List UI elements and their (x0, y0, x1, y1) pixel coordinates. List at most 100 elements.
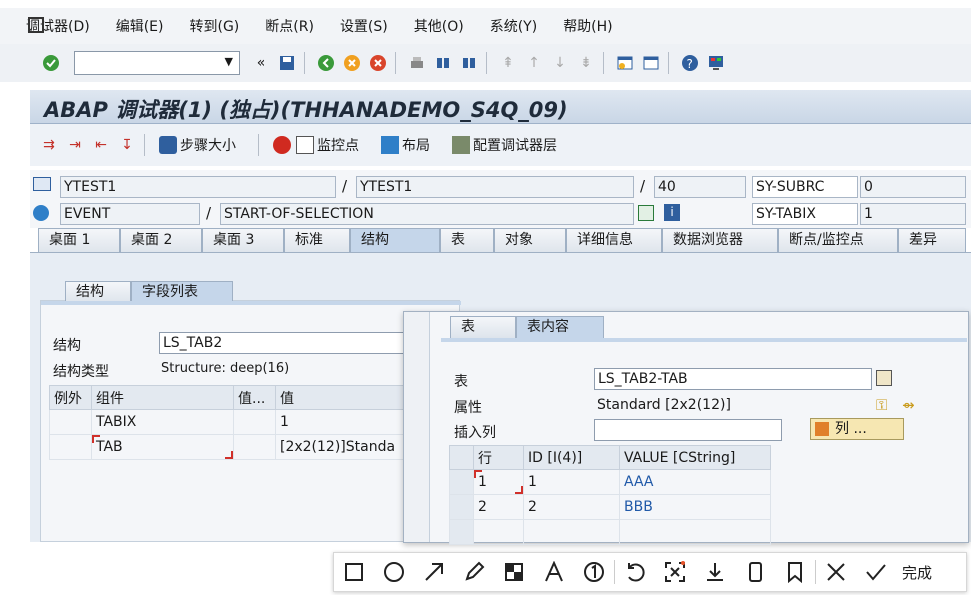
undo-icon[interactable] (615, 552, 655, 592)
number-marker-icon[interactable] (574, 552, 614, 592)
tab-structure[interactable]: 结构 (350, 228, 440, 252)
component-name[interactable]: TAB (91, 434, 234, 460)
subtab-table-content[interactable]: 表内容 (516, 316, 604, 338)
return-icon[interactable]: ⇤ (90, 134, 112, 156)
table-content-panel: 表 表内容 表 LS_TAB2-TAB 属性 Standard [2x2(12)… (403, 311, 969, 545)
watchpoint-button[interactable]: 监控点 (296, 135, 359, 155)
tab-standard[interactable]: 标准 (284, 228, 350, 252)
menu-goto[interactable]: 转到(G) (190, 16, 240, 36)
event-icon (33, 205, 49, 221)
check-icon[interactable] (856, 552, 896, 592)
subtab-structure[interactable]: 结构 (65, 281, 131, 303)
col-value-type[interactable]: 值... (233, 385, 276, 410)
cancel-icon[interactable] (367, 52, 389, 74)
collapse-icon[interactable]: « (250, 52, 272, 74)
col-component[interactable]: 组件 (91, 385, 234, 410)
stop-button[interactable] (273, 136, 294, 154)
layout-button[interactable]: 布局 (381, 135, 430, 155)
row-number[interactable]: 1 (473, 469, 524, 495)
menu-edit[interactable]: 编辑(E) (116, 16, 164, 36)
command-field[interactable]: ▼ (74, 51, 240, 75)
table-row[interactable]: 2 2 BBB (449, 494, 771, 520)
row-selector[interactable] (449, 494, 474, 520)
col-id[interactable]: ID [I(4)] (523, 445, 620, 470)
continue-icon[interactable]: ↧ (116, 134, 138, 156)
table-view-icon[interactable] (876, 370, 892, 386)
row-selector[interactable] (449, 469, 474, 495)
tab-breakpoints[interactable]: 断点/监控点 (778, 228, 898, 252)
tab-objects[interactable]: 对象 (494, 228, 566, 252)
download-icon[interactable] (695, 552, 735, 592)
arrow-icon[interactable] (414, 552, 454, 592)
hierarchy-icon[interactable]: ⇴ (902, 396, 918, 414)
exit-icon[interactable] (341, 52, 363, 74)
mosaic-icon[interactable] (494, 552, 534, 592)
table-input[interactable]: LS_TAB2-TAB (594, 368, 872, 390)
help-icon[interactable]: ? (679, 52, 701, 74)
col-value[interactable]: VALUE [CString] (619, 445, 771, 470)
text-icon[interactable] (534, 552, 574, 592)
pin-icon[interactable] (775, 552, 815, 592)
new-session-icon[interactable] (614, 52, 636, 74)
menu-help[interactable]: 帮助(H) (563, 16, 612, 36)
find-next-icon[interactable] (458, 52, 480, 74)
print-icon[interactable] (406, 52, 428, 74)
structure-input[interactable]: LS_TAB2 (159, 332, 419, 354)
table-row[interactable]: TAB [2x2(12)]Standa (49, 434, 449, 460)
menu-settings[interactable]: 设置(S) (340, 16, 388, 36)
menu-breakpoints[interactable]: 断点(R) (265, 16, 314, 36)
table-row[interactable]: 1 1 AAA (449, 469, 771, 495)
done-button[interactable]: 完成 (902, 562, 932, 583)
tab-diff[interactable]: 差异 (898, 228, 966, 252)
subtab-table[interactable]: 表 (450, 316, 516, 338)
tab-desktop-2[interactable]: 桌面 2 (120, 228, 202, 252)
tab-desktop-1[interactable]: 桌面 1 (38, 228, 120, 252)
tab-data-explorer[interactable]: 数据浏览器 (662, 228, 778, 252)
columns-icon (815, 422, 829, 436)
row-value[interactable]: BBB (619, 494, 771, 520)
save-icon[interactable] (276, 52, 298, 74)
last-page-icon[interactable]: ⇟ (575, 52, 597, 74)
prev-page-icon[interactable]: ↑ (523, 52, 545, 74)
menu-system[interactable]: 系统(Y) (490, 16, 537, 36)
shortcut-icon[interactable] (640, 52, 662, 74)
mobile-icon[interactable] (735, 552, 775, 592)
component-name[interactable]: TABIX (91, 409, 234, 435)
table-row[interactable]: TABIX 1 (49, 409, 449, 435)
col-row[interactable]: 行 (473, 445, 524, 470)
back-icon[interactable] (315, 52, 337, 74)
rectangle-icon[interactable] (334, 552, 374, 592)
insert-column-input[interactable] (594, 419, 782, 441)
tab-table[interactable]: 表 (440, 228, 494, 252)
execute-icon[interactable]: ⇥ (64, 134, 86, 156)
tab-desktop-3[interactable]: 桌面 3 (202, 228, 284, 252)
close-icon[interactable] (816, 552, 856, 592)
source-code-icon[interactable] (638, 205, 654, 221)
customize-layout-icon[interactable] (705, 52, 727, 74)
config-layer-button[interactable]: 配置调试器层 (452, 135, 557, 155)
col-exception[interactable]: 例外 (49, 385, 92, 410)
columns-button[interactable]: 列 ... (810, 418, 904, 440)
step-size-label: 步骤大小 (180, 138, 236, 154)
step-size-button[interactable]: 步骤大小 (159, 135, 236, 155)
find-icon[interactable] (432, 52, 454, 74)
chevron-down-icon[interactable]: ▼ (225, 55, 233, 68)
menu-bar: 调试器(D) 编辑(E) 转到(G) 断点(R) 设置(S) 其他(O) 系统(… (0, 8, 971, 44)
tab-details[interactable]: 详细信息 (566, 228, 662, 252)
pen-icon[interactable] (454, 552, 494, 592)
first-page-icon[interactable]: ⇞ (497, 52, 519, 74)
circle-icon[interactable] (374, 552, 414, 592)
subtab-field-list[interactable]: 字段列表 (131, 281, 233, 303)
config-layer-label: 配置调试器层 (473, 138, 557, 154)
info-icon[interactable]: i (664, 204, 680, 221)
menu-other[interactable]: 其他(O) (414, 16, 464, 36)
sap-menu-icon[interactable] (28, 17, 44, 33)
row-selector-header (449, 445, 474, 470)
row-value[interactable]: AAA (619, 469, 771, 495)
ocr-icon[interactable] (655, 552, 695, 592)
program-icon (33, 177, 51, 191)
single-step-icon[interactable]: ⇉ (38, 134, 60, 156)
enter-icon[interactable] (40, 52, 62, 74)
next-page-icon[interactable]: ↓ (549, 52, 571, 74)
key-icon[interactable]: ⚿ (876, 396, 892, 414)
